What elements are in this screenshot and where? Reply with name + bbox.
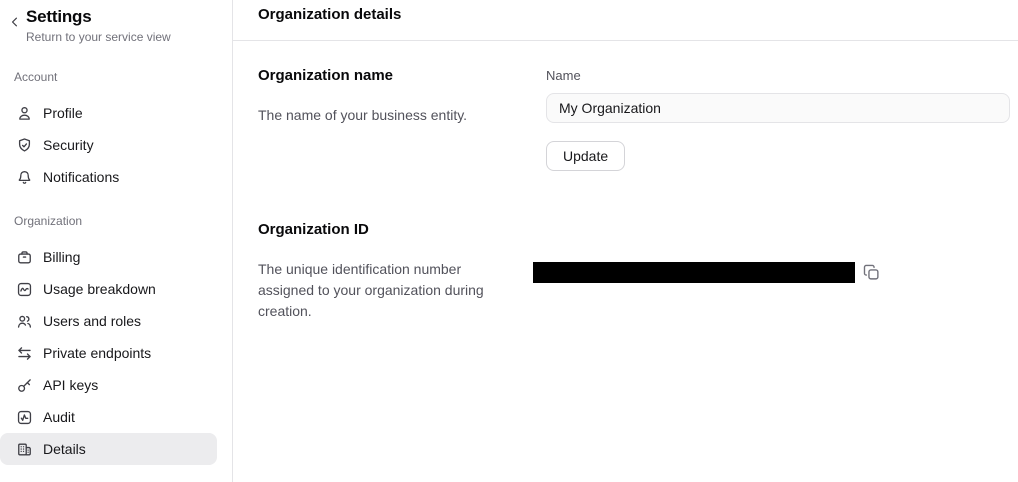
sidebar-item-billing[interactable]: Billing (0, 241, 217, 273)
organization-name-section: Organization name The name of your busin… (258, 68, 1010, 171)
sidebar-item-label: Billing (43, 249, 80, 265)
shield-check-icon (16, 137, 33, 154)
sidebar-item-details[interactable]: Details (0, 433, 217, 465)
section-label-organization: Organization (14, 214, 218, 228)
sidebar-item-label: API keys (43, 377, 98, 393)
chevron-left-icon (8, 15, 22, 32)
organization-name-info: Organization name The name of your busin… (258, 68, 506, 171)
sidebar-item-security[interactable]: Security (0, 129, 217, 161)
settings-sidebar: Settings Return to your service view Acc… (0, 0, 233, 482)
sidebar-subtitle: Return to your service view (26, 30, 171, 44)
sidebar-header: Settings Return to your service view (0, 0, 232, 44)
organization-id-description: The unique identification number assigne… (258, 259, 506, 322)
sidebar-item-users-and-roles[interactable]: Users and roles (0, 305, 217, 337)
sidebar-item-audit[interactable]: Audit (0, 401, 217, 433)
activity-square-icon (16, 409, 33, 426)
sidebar-item-label: Private endpoints (43, 345, 151, 361)
sidebar-item-label: Users and roles (43, 313, 141, 329)
wallet-icon (16, 249, 33, 266)
organization-name-input[interactable] (546, 93, 1010, 123)
copy-icon (863, 264, 880, 281)
sidebar-item-label: Profile (43, 105, 83, 121)
sidebar-title: Settings (26, 6, 171, 27)
sidebar-item-notifications[interactable]: Notifications (0, 161, 217, 193)
section-label-account: Account (14, 70, 218, 84)
organization-id-row (533, 262, 1010, 283)
building-icon (16, 441, 33, 458)
organization-id-section: Organization ID The unique identificatio… (258, 222, 1010, 322)
user-icon (16, 105, 33, 122)
name-field-label: Name (546, 68, 1010, 84)
copy-organization-id-button[interactable] (863, 264, 880, 281)
sidebar-item-label: Details (43, 441, 86, 457)
page-title: Organization details (258, 7, 1018, 22)
details-content: Organization name The name of your busin… (233, 41, 1018, 322)
organization-name-heading: Organization name (258, 68, 506, 84)
sidebar-title-block: Settings Return to your service view (26, 6, 171, 44)
sidebar-item-private-endpoints[interactable]: Private endpoints (0, 337, 217, 369)
sidebar-item-profile[interactable]: Profile (0, 97, 217, 129)
arrows-right-left-icon (16, 345, 33, 362)
main-header: Organization details (233, 0, 1018, 41)
update-button[interactable]: Update (546, 141, 625, 171)
sidebar-item-api-keys[interactable]: API keys (0, 369, 217, 401)
back-button[interactable] (4, 13, 26, 33)
organization-id-info: Organization ID The unique identificatio… (258, 222, 506, 322)
key-icon (16, 377, 33, 394)
organization-name-description: The name of your business entity. (258, 105, 506, 126)
users-icon (16, 313, 33, 330)
organization-name-form: Name Update (546, 68, 1010, 171)
sidebar-item-usage-breakdown[interactable]: Usage breakdown (0, 273, 217, 305)
organization-id-redacted-value (533, 262, 855, 283)
chart-wave-icon (16, 281, 33, 298)
sidebar-item-label: Usage breakdown (43, 281, 156, 297)
main-panel: Organization details Organization name T… (233, 0, 1018, 482)
organization-id-value-area (546, 222, 1010, 322)
organization-id-heading: Organization ID (258, 222, 506, 238)
sidebar-item-label: Notifications (43, 169, 119, 185)
sidebar-item-label: Security (43, 137, 94, 153)
bell-icon (16, 169, 33, 186)
sidebar-item-label: Audit (43, 409, 75, 425)
